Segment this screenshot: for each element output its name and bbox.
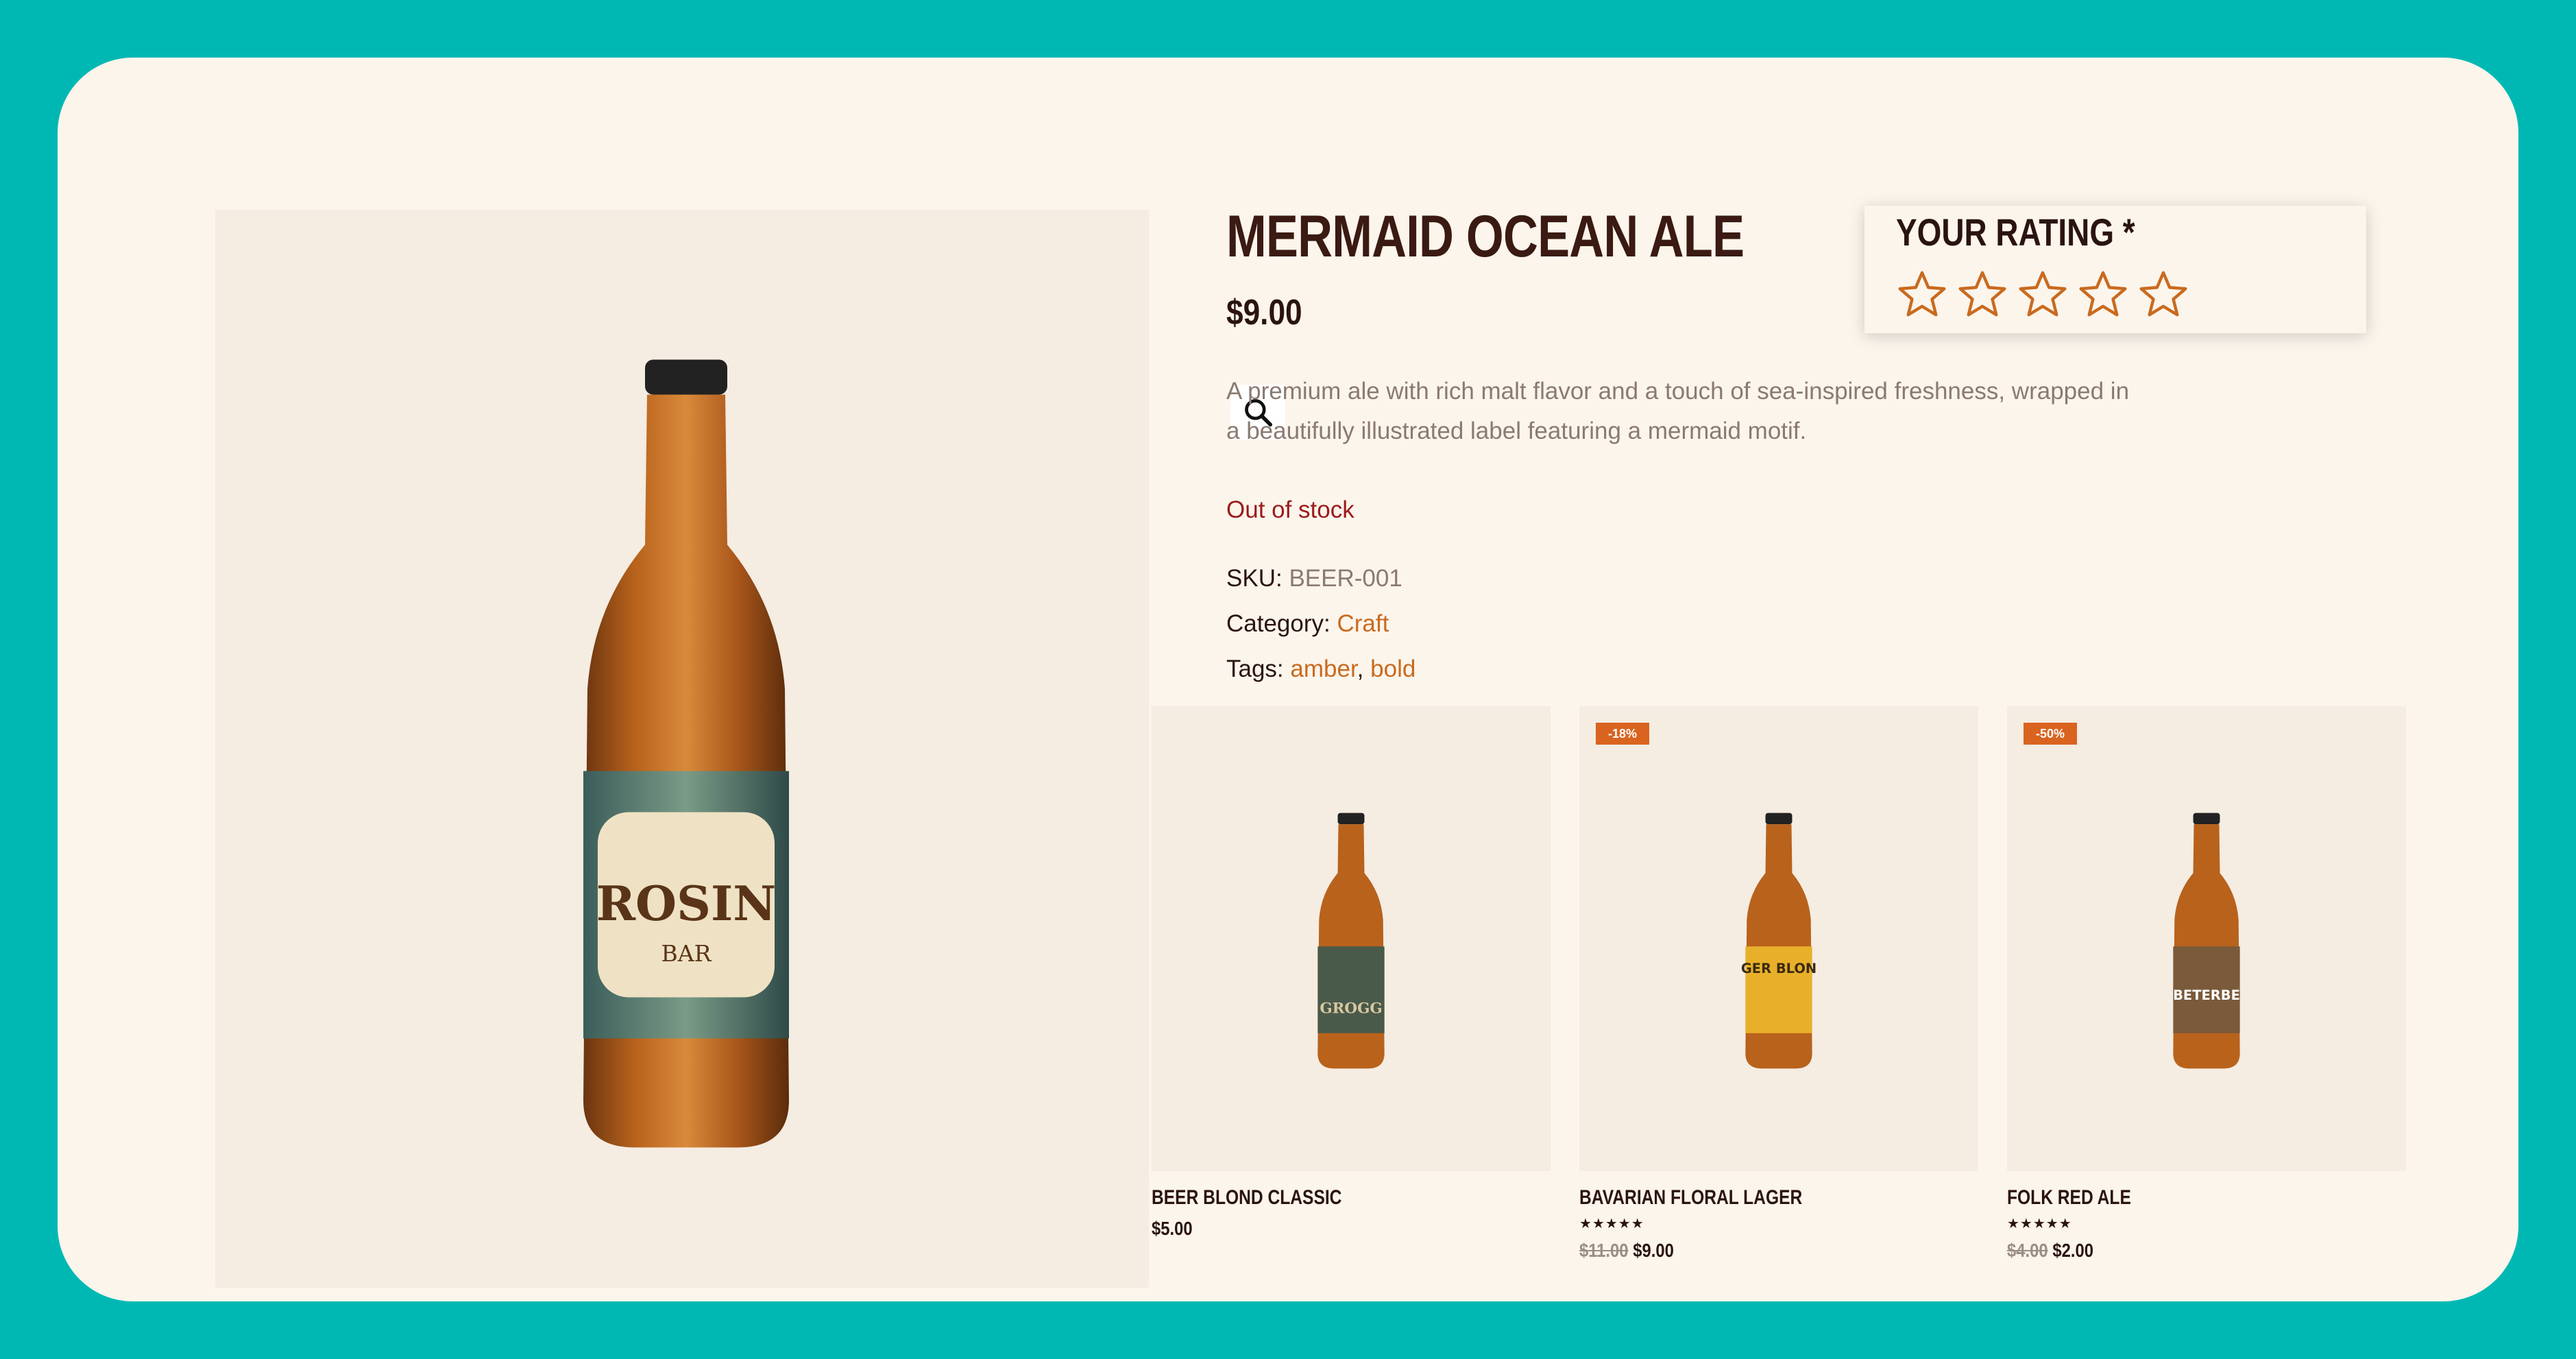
category-link[interactable]: Craft [1337, 610, 1389, 637]
tag-separator: , [1357, 656, 1364, 682]
old-price: $11.00 [1579, 1240, 1629, 1261]
related-product-image[interactable]: GROGG [1152, 706, 1551, 1171]
related-bottle-image: GROGG [1317, 813, 1385, 1069]
star-outline-icon[interactable] [2137, 269, 2189, 321]
stock-status: Out of stock [1226, 496, 1354, 523]
category-row: Category: Craft [1226, 610, 1389, 638]
product-title: MERMAID OCEAN ALE [1226, 204, 1745, 269]
related-product-image[interactable]: GER BLON -18% [1579, 706, 1978, 1171]
star-outline-icon[interactable] [1896, 269, 1948, 321]
discount-badge: -18% [1596, 723, 1649, 745]
category-label: Category: [1226, 610, 1330, 637]
related-bottle-label: GER BLON [1741, 961, 1816, 976]
related-product-price: $11.00 $9.00 [1579, 1240, 1674, 1262]
related-bottle-label: BETERBE [2173, 987, 2240, 1003]
tags-row: Tags: amber, bold [1226, 656, 1415, 683]
star-outline-icon[interactable] [1956, 269, 2008, 321]
sku-value: BEER-001 [1289, 565, 1402, 592]
discount-badge: -50% [2024, 723, 2077, 745]
tag-link-amber[interactable]: amber [1290, 656, 1357, 682]
current-price: $5.00 [1152, 1218, 1193, 1239]
sku-label: SKU: [1226, 565, 1283, 592]
related-product-price: $5.00 [1152, 1218, 1193, 1240]
related-product-image[interactable]: BETERBE -50% [2007, 706, 2406, 1171]
star-filled-icon: ★★★★★ [1579, 1215, 1644, 1231]
star-outline-icon[interactable] [2077, 269, 2129, 321]
rating-stars [1896, 269, 2189, 321]
product-price: $9.00 [1226, 293, 1302, 333]
related-product-price: $4.00 $2.00 [2007, 1240, 2093, 1262]
main-bottle-label-sub: BAR [661, 940, 712, 967]
star-filled-icon: ★★★★★ [2007, 1215, 2072, 1231]
related-bottle-image: BETERBE [2173, 813, 2240, 1069]
related-product-name[interactable]: FOLK RED ALE [2007, 1186, 2131, 1210]
tags-label: Tags: [1226, 656, 1284, 682]
related-product-name[interactable]: BEER BLOND CLASSIC [1152, 1186, 1341, 1210]
current-price: $9.00 [1633, 1240, 1674, 1261]
product-description: A premium ale with rich malt flavor and … [1226, 378, 2130, 444]
old-price: $4.00 [2007, 1240, 2048, 1261]
related-product-name[interactable]: BAVARIAN FLORAL LAGER [1579, 1186, 1802, 1210]
related-bottle-label: GROGG [1320, 1000, 1382, 1018]
product-card: ROSIN BAR MERMAID OCEAN ALE $9.00 A prem… [58, 58, 2518, 1301]
related-bottle-image: GER BLON [1741, 813, 1816, 1069]
current-price: $2.00 [2052, 1240, 2093, 1261]
rating-widget: YOUR RATING * [1864, 206, 2366, 333]
main-bottle-image: ROSIN BAR [583, 359, 789, 1148]
star-outline-icon[interactable] [2017, 269, 2069, 321]
main-bottle-label-text: ROSIN [596, 876, 777, 932]
tag-link-bold[interactable]: bold [1370, 656, 1415, 682]
rating-label: YOUR RATING * [1896, 211, 2135, 254]
product-main-image[interactable]: ROSIN BAR [215, 210, 1285, 1288]
sku-row: SKU: BEER-001 [1226, 565, 1402, 592]
